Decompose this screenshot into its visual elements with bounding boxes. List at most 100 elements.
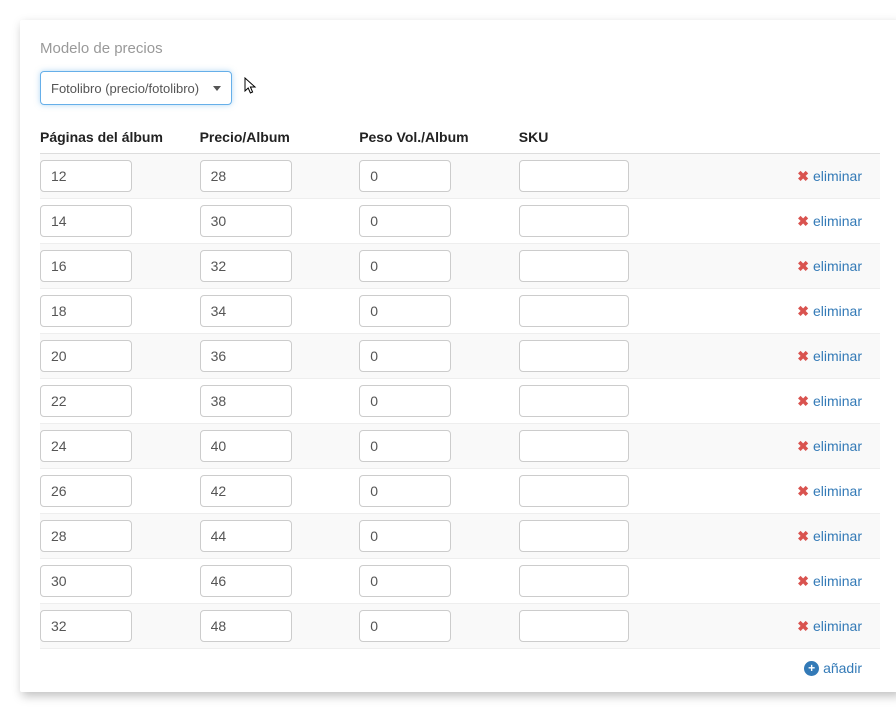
price-input[interactable] — [200, 565, 292, 597]
delete-row-button[interactable]: ✖ eliminar — [797, 438, 862, 454]
weight-input[interactable] — [359, 295, 451, 327]
delete-label: eliminar — [813, 618, 862, 634]
delete-row-button[interactable]: ✖ eliminar — [797, 303, 862, 319]
header-sku: SKU — [519, 123, 679, 154]
close-icon: ✖ — [797, 259, 809, 273]
close-icon: ✖ — [797, 214, 809, 228]
pages-input[interactable] — [40, 340, 132, 372]
delete-row-button[interactable]: ✖ eliminar — [797, 483, 862, 499]
sku-input[interactable] — [519, 340, 629, 372]
pages-input[interactable] — [40, 520, 132, 552]
sku-input[interactable] — [519, 565, 629, 597]
close-icon: ✖ — [797, 619, 809, 633]
delete-label: eliminar — [813, 213, 862, 229]
table-row: ✖ eliminar — [40, 154, 880, 199]
sku-input[interactable] — [519, 160, 629, 192]
price-input[interactable] — [200, 160, 292, 192]
close-icon: ✖ — [797, 169, 809, 183]
pages-input[interactable] — [40, 475, 132, 507]
close-icon: ✖ — [797, 349, 809, 363]
delete-label: eliminar — [813, 303, 862, 319]
pages-input[interactable] — [40, 205, 132, 237]
sku-input[interactable] — [519, 475, 629, 507]
price-input[interactable] — [200, 475, 292, 507]
weight-input[interactable] — [359, 565, 451, 597]
table-row: ✖ eliminar — [40, 424, 880, 469]
price-input[interactable] — [200, 385, 292, 417]
plus-circle-icon: + — [804, 661, 819, 676]
pricing-model-select[interactable]: Fotolibro (precio/fotolibro) — [40, 71, 232, 105]
table-row: ✖eliminar — [40, 244, 880, 289]
price-input[interactable] — [200, 340, 292, 372]
table-row: ✖ eliminar — [40, 469, 880, 514]
cursor-icon — [244, 77, 258, 98]
price-input[interactable] — [200, 295, 292, 327]
sku-input[interactable] — [519, 430, 629, 462]
delete-label: eliminar — [813, 573, 862, 589]
delete-row-button[interactable]: ✖ eliminar — [797, 573, 862, 589]
table-row: ✖ eliminar — [40, 379, 880, 424]
price-input[interactable] — [200, 610, 292, 642]
weight-input[interactable] — [359, 610, 451, 642]
pricing-model-selected: Fotolibro (precio/fotolibro) — [51, 81, 199, 96]
header-actions — [678, 123, 880, 154]
weight-input[interactable] — [359, 160, 451, 192]
sku-input[interactable] — [519, 250, 629, 282]
delete-label: eliminar — [813, 393, 862, 409]
weight-input[interactable] — [359, 475, 451, 507]
delete-label: eliminar — [813, 483, 862, 499]
sku-input[interactable] — [519, 295, 629, 327]
table-row: ✖ eliminar — [40, 604, 880, 649]
header-weight: Peso Vol./Album — [359, 123, 519, 154]
close-icon: ✖ — [797, 304, 809, 318]
add-label: añadir — [823, 660, 862, 676]
table-row: ✖ eliminar — [40, 559, 880, 604]
pages-input[interactable] — [40, 295, 132, 327]
weight-input[interactable] — [359, 205, 451, 237]
delete-row-button[interactable]: ✖ eliminar — [797, 168, 862, 184]
delete-row-button[interactable]: ✖ eliminar — [797, 393, 862, 409]
delete-row-button[interactable]: ✖ eliminar — [797, 618, 862, 634]
weight-input[interactable] — [359, 520, 451, 552]
pages-input[interactable] — [40, 160, 132, 192]
sku-input[interactable] — [519, 520, 629, 552]
close-icon: ✖ — [797, 439, 809, 453]
weight-input[interactable] — [359, 430, 451, 462]
pages-input[interactable] — [40, 430, 132, 462]
pricing-table: Páginas del álbum Precio/Album Peso Vol.… — [40, 123, 880, 676]
price-input[interactable] — [200, 520, 292, 552]
table-row: ✖ eliminar — [40, 199, 880, 244]
close-icon: ✖ — [797, 574, 809, 588]
delete-row-button[interactable]: ✖ eliminar — [797, 528, 862, 544]
sku-input[interactable] — [519, 205, 629, 237]
table-row: ✖eliminar — [40, 334, 880, 379]
sku-input[interactable] — [519, 610, 629, 642]
delete-label: eliminar — [813, 438, 862, 454]
close-icon: ✖ — [797, 529, 809, 543]
weight-input[interactable] — [359, 385, 451, 417]
close-icon: ✖ — [797, 394, 809, 408]
delete-label: eliminar — [813, 168, 862, 184]
header-pages: Páginas del álbum — [40, 123, 200, 154]
sku-input[interactable] — [519, 385, 629, 417]
delete-row-button[interactable]: ✖ eliminar — [797, 213, 862, 229]
delete-row-button[interactable]: ✖eliminar — [797, 258, 862, 274]
pricing-panel: Modelo de precios Fotolibro (precio/foto… — [20, 20, 896, 692]
price-input[interactable] — [200, 250, 292, 282]
add-row-button[interactable]: + añadir — [804, 660, 862, 676]
pages-input[interactable] — [40, 250, 132, 282]
price-input[interactable] — [200, 430, 292, 462]
table-row: ✖ eliminar — [40, 514, 880, 559]
price-input[interactable] — [200, 205, 292, 237]
table-row: ✖ eliminar — [40, 289, 880, 334]
pages-input[interactable] — [40, 565, 132, 597]
header-price: Precio/Album — [200, 123, 360, 154]
weight-input[interactable] — [359, 340, 451, 372]
delete-row-button[interactable]: ✖eliminar — [797, 348, 862, 364]
pages-input[interactable] — [40, 610, 132, 642]
delete-label: eliminar — [813, 528, 862, 544]
close-icon: ✖ — [797, 484, 809, 498]
weight-input[interactable] — [359, 250, 451, 282]
chevron-down-icon — [213, 86, 221, 91]
pages-input[interactable] — [40, 385, 132, 417]
